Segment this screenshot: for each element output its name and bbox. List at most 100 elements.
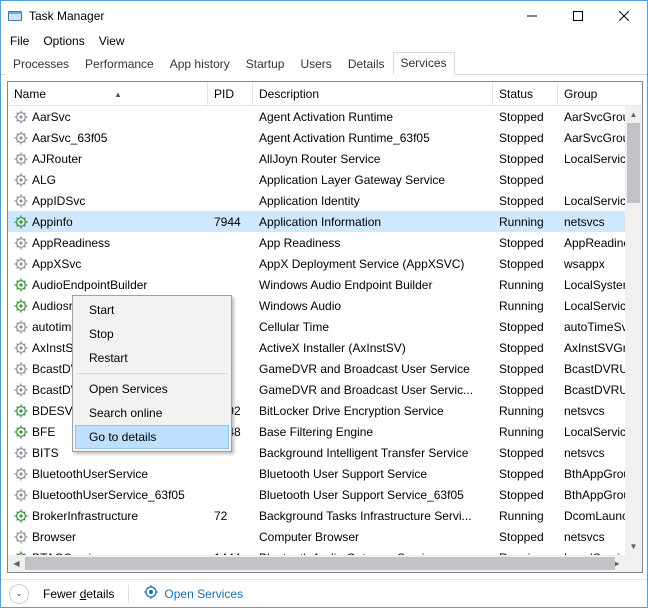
table-row[interactable]: BluetoothUserService_63f05Bluetooth User…	[8, 484, 642, 505]
cell-name: AppReadiness	[8, 236, 208, 250]
menu-file[interactable]: File	[3, 32, 36, 50]
cm-restart[interactable]: Restart	[75, 346, 229, 370]
cell-status: Stopped	[493, 152, 558, 166]
cell-name: AudioEndpointBuilder	[8, 278, 208, 292]
cell-group: LocalService	[558, 194, 628, 208]
cell-status: Running	[493, 509, 558, 523]
table-row[interactable]: ALGApplication Layer Gateway ServiceStop…	[8, 169, 642, 190]
cell-group: AarSvcGroup	[558, 131, 628, 145]
cell-description: AllJoyn Router Service	[253, 152, 493, 166]
cell-name: AarSvc_63f05	[8, 131, 208, 145]
cell-status: Stopped	[493, 173, 558, 187]
cell-description: Agent Activation Runtime_63f05	[253, 131, 493, 145]
cell-description: AppX Deployment Service (AppXSVC)	[253, 257, 493, 271]
tab-services[interactable]: Services	[393, 52, 455, 75]
cell-status: Stopped	[493, 320, 558, 334]
close-button[interactable]	[601, 1, 647, 31]
cell-status: Stopped	[493, 362, 558, 376]
cell-status: Stopped	[493, 236, 558, 250]
cell-status: Stopped	[493, 341, 558, 355]
cell-status: Stopped	[493, 446, 558, 460]
hscroll-thumb[interactable]	[25, 557, 615, 570]
cell-group: netsvcs	[558, 530, 628, 544]
cell-name: Browser	[8, 530, 208, 544]
services-icon	[143, 584, 159, 603]
header-status[interactable]: Status	[493, 82, 558, 105]
cell-description: Agent Activation Runtime	[253, 110, 493, 124]
cm-start[interactable]: Start	[75, 298, 229, 322]
cm-open-services[interactable]: Open Services	[75, 377, 229, 401]
cell-status: Stopped	[493, 488, 558, 502]
footer-divider	[128, 585, 129, 603]
collapse-chevron-icon[interactable]: ⌄	[9, 584, 29, 604]
tab-strip: Processes Performance App history Startu…	[1, 51, 647, 75]
menu-options[interactable]: Options	[36, 32, 91, 50]
fewer-details-button[interactable]: Fewer details	[43, 587, 114, 601]
table-row[interactable]: AarSvc_63f05 Agent Activation Runtime_63f…	[8, 127, 642, 148]
open-services-link[interactable]: Open Services	[143, 584, 243, 603]
table-row[interactable]: AppReadinessApp ReadinessStoppedAppReadi…	[8, 232, 642, 253]
horizontal-scrollbar[interactable]: ◀ ▶	[8, 555, 625, 572]
table-row[interactable]: BrowserComputer BrowserStoppednetsvcs	[8, 526, 642, 547]
header-name-label: Name	[14, 87, 46, 101]
vscroll-thumb[interactable]	[627, 123, 640, 203]
tab-app-history[interactable]: App history	[162, 53, 238, 75]
cell-group: netsvcs	[558, 446, 628, 460]
scroll-down-icon[interactable]: ▼	[625, 538, 642, 555]
cell-status: Running	[493, 215, 558, 229]
table-row[interactable]: AJRouterAllJoyn Router ServiceStoppedLoc…	[8, 148, 642, 169]
header-pid[interactable]: PID	[208, 82, 253, 105]
cell-pid: 7944	[208, 215, 253, 229]
cell-status: Running	[493, 425, 558, 439]
table-row[interactable]: BTAGService1444Bluetooth Audio Gateway S…	[8, 547, 642, 555]
header-name[interactable]: Name ▲	[8, 82, 208, 105]
scroll-left-icon[interactable]: ◀	[8, 555, 25, 572]
tab-processes[interactable]: Processes	[5, 53, 77, 75]
menu-view[interactable]: View	[92, 32, 132, 50]
tab-startup[interactable]: Startup	[238, 53, 293, 75]
table-row[interactable]: AarSvcAgent Activation RuntimeStoppedAar…	[8, 106, 642, 127]
minimize-button[interactable]	[509, 1, 555, 31]
cell-name: ALG	[8, 173, 208, 187]
table-row[interactable]: BrokerInfrastructure72Background Tasks I…	[8, 505, 642, 526]
sort-ascending-icon: ▲	[114, 90, 122, 99]
table-row[interactable]: AppIDSvcApplication IdentityStoppedLocal…	[8, 190, 642, 211]
cm-go-to-details[interactable]: Go to details	[75, 425, 229, 449]
tab-details[interactable]: Details	[340, 53, 393, 75]
table-row[interactable]: Appinfo7944Application InformationRunnin…	[8, 211, 642, 232]
cell-group: AxInstSVGroup	[558, 341, 628, 355]
cell-status: Running	[493, 404, 558, 418]
table-row[interactable]: BluetoothUserServiceBluetooth User Suppo…	[8, 463, 642, 484]
scroll-up-icon[interactable]: ▲	[625, 106, 642, 123]
cell-description: Cellular Time	[253, 320, 493, 334]
cell-description: BitLocker Drive Encryption Service	[253, 404, 493, 418]
window-buttons	[509, 1, 647, 31]
cell-status: Running	[493, 299, 558, 313]
vscroll-track[interactable]	[625, 123, 642, 538]
cell-description: Application Information	[253, 215, 493, 229]
cell-status: Stopped	[493, 257, 558, 271]
maximize-button[interactable]	[555, 1, 601, 31]
app-icon	[7, 8, 23, 24]
cell-description: GameDVR and Broadcast User Service	[253, 362, 493, 376]
header-group[interactable]: Group	[558, 82, 628, 105]
cell-group: netsvcs	[558, 404, 628, 418]
cell-group: AppReadiness	[558, 236, 628, 250]
tab-performance[interactable]: Performance	[77, 53, 162, 75]
cm-separator-1	[77, 373, 227, 374]
vertical-scrollbar[interactable]: ▲ ▼	[625, 106, 642, 555]
scroll-corner	[625, 555, 642, 572]
table-row[interactable]: AudioEndpointBuilderWindows Audio Endpoi…	[8, 274, 642, 295]
cm-search-online[interactable]: Search online	[75, 401, 229, 425]
hscroll-track[interactable]	[25, 555, 608, 572]
cell-description: Base Filtering Engine	[253, 425, 493, 439]
cell-group: BthAppGroup	[558, 488, 628, 502]
table-row[interactable]: AppXSvcAppX Deployment Service (AppXSVC)…	[8, 253, 642, 274]
tab-users[interactable]: Users	[292, 53, 339, 75]
cell-description: Bluetooth User Support Service	[253, 467, 493, 481]
cell-status: Stopped	[493, 110, 558, 124]
cm-stop[interactable]: Stop	[75, 322, 229, 346]
cell-name: BluetoothUserService_63f05	[8, 488, 208, 502]
header-description[interactable]: Description	[253, 82, 493, 105]
cell-status: Stopped	[493, 131, 558, 145]
